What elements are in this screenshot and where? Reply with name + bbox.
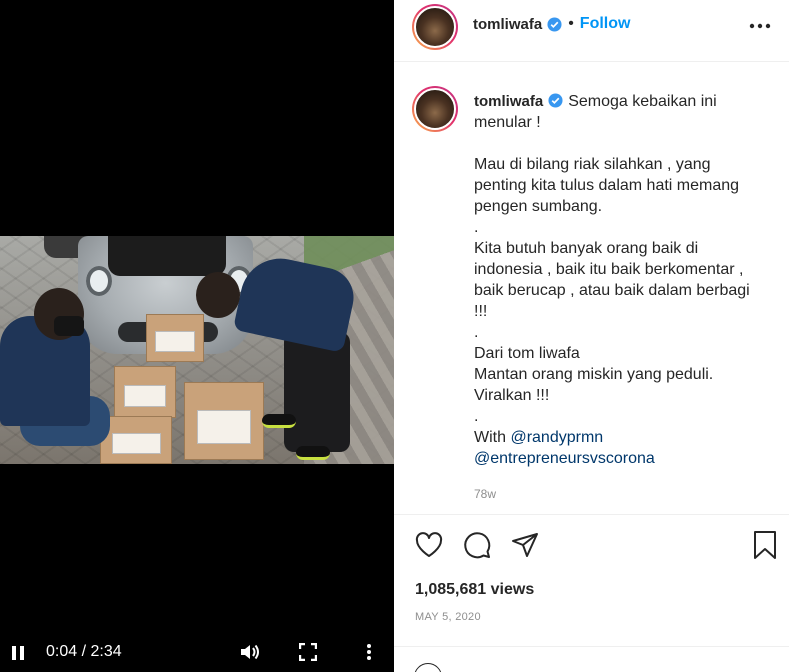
caption-mention-line: @entrepreneursvscorona — [474, 448, 784, 469]
mention-link[interactable]: @randyprmn — [510, 429, 603, 446]
caption-text: tomliwafa Semoga kebaikan ini menular ! M… — [474, 91, 784, 469]
share-icon[interactable] — [510, 530, 540, 560]
caption-line: . — [474, 324, 479, 341]
video-frame[interactable] — [0, 236, 394, 464]
duration: 2:34 — [90, 643, 122, 660]
caption-line — [474, 133, 784, 154]
donation-box — [146, 314, 204, 362]
with-label: With — [474, 429, 506, 446]
emoji-icon[interactable] — [414, 663, 442, 672]
box-label — [111, 433, 161, 454]
time-display: 0:04 / 2:34 — [46, 643, 122, 661]
post-panel: tomliwafa • Follow tomliwafa Semoga kebai… — [394, 0, 789, 672]
mention-link[interactable]: @entrepreneursvscorona — [474, 450, 655, 467]
view-count[interactable]: 1,085,681 views — [415, 581, 534, 599]
caption-line: !!! — [474, 303, 488, 320]
car-headlight-left — [86, 266, 112, 296]
video-player[interactable]: 0:04 / 2:34 — [0, 0, 394, 672]
caption-with-line: With @randyprmn — [474, 427, 784, 448]
avatar[interactable] — [412, 4, 458, 50]
caption-line-1: tomliwafa Semoga kebaikan ini — [474, 91, 784, 112]
more-options-icon[interactable] — [749, 22, 771, 30]
caption-line: . — [474, 219, 479, 236]
caption-line: Dari tom liwafa — [474, 345, 580, 362]
person-standing-legs — [284, 332, 350, 452]
donation-box — [184, 382, 264, 460]
caption-line: Mau di bilang riak silahkan , yang — [474, 156, 711, 173]
box-label — [155, 331, 195, 352]
verified-badge-icon — [547, 16, 562, 32]
donation-box — [114, 366, 176, 418]
bookmark-icon[interactable] — [750, 530, 780, 560]
car-hood — [108, 236, 226, 276]
time-separator: / — [81, 643, 87, 660]
verified-badge-icon — [548, 93, 563, 108]
caption-username[interactable]: tomliwafa — [474, 93, 543, 110]
shoe — [262, 414, 296, 428]
more-vertical-icon[interactable] — [362, 642, 376, 662]
caption-line: . — [474, 408, 479, 425]
fullscreen-icon[interactable] — [298, 642, 318, 662]
heart-icon[interactable] — [414, 530, 444, 560]
pause-icon[interactable] — [9, 644, 27, 662]
donation-box — [100, 416, 172, 464]
caption-line: pengen sumbang. — [474, 198, 603, 215]
header-username[interactable]: tomliwafa — [473, 16, 542, 33]
volume-icon[interactable] — [238, 641, 262, 663]
box-label — [124, 384, 166, 407]
person-standing-head — [196, 272, 240, 318]
caption-avatar[interactable] — [412, 86, 458, 132]
caption-line: Viralkan !!! — [474, 387, 550, 404]
caption-line: menular ! — [474, 114, 541, 131]
comment-icon[interactable] — [462, 530, 492, 560]
caption-line: Semoga kebaikan ini — [568, 93, 717, 110]
box-label — [196, 409, 252, 444]
caption-line: indonesia , baik itu baik berkomentar , — [474, 261, 744, 278]
dot-separator: • — [568, 15, 574, 32]
post-header: tomliwafa • Follow — [394, 0, 789, 62]
caption-line: penting kita tulus dalam hati memang — [474, 177, 740, 194]
follow-button[interactable]: Follow — [580, 15, 631, 33]
caption-line: Kita butuh banyak orang baik di — [474, 240, 699, 257]
divider — [394, 646, 789, 647]
post-age[interactable]: 78w — [474, 487, 496, 501]
post-date: MAY 5, 2020 — [415, 611, 481, 623]
current-time: 0:04 — [46, 643, 78, 660]
face-mask — [54, 316, 84, 336]
header-user-row: tomliwafa • Follow — [473, 15, 630, 33]
divider — [394, 514, 789, 515]
caption-line: Mantan orang miskin yang peduli. — [474, 366, 714, 383]
caption-line: baik berucap , atau baik dalam berbagi — [474, 282, 750, 299]
shoe — [296, 446, 330, 460]
